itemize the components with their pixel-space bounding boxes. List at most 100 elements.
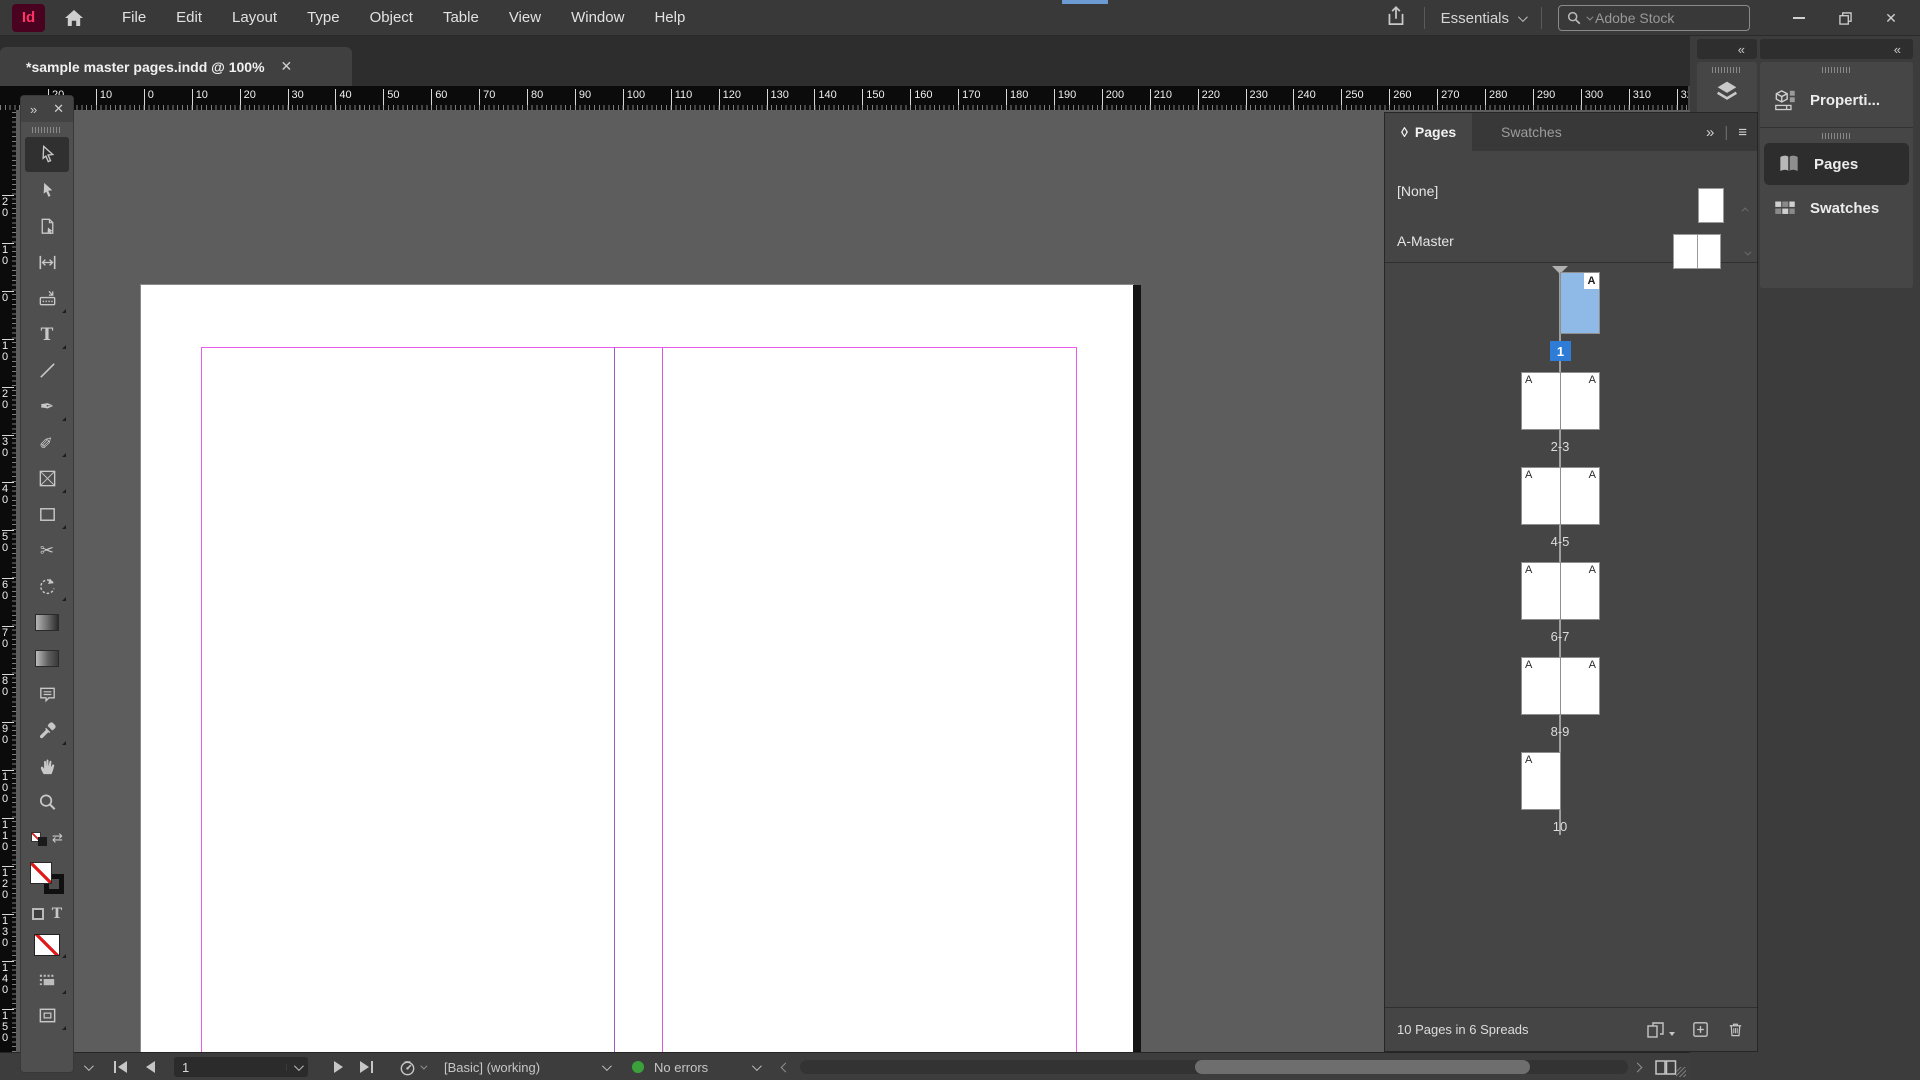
new-page-button[interactable]	[1691, 1020, 1710, 1039]
page-thumbnail[interactable]: A	[1522, 753, 1560, 809]
page-thumbnail[interactable]: A	[1561, 273, 1599, 333]
spread-view-icon[interactable]	[1654, 1053, 1678, 1080]
scrollbar-thumb[interactable]	[1195, 1060, 1530, 1074]
direct-selection-tool[interactable]	[25, 173, 69, 208]
master-none-thumbnail[interactable]	[1699, 189, 1723, 222]
spread-10[interactable]: A10	[1385, 753, 1757, 845]
zoom-tool[interactable]	[25, 785, 69, 820]
menu-edit[interactable]: Edit	[161, 0, 217, 36]
type-tool[interactable]: T	[25, 317, 69, 352]
note-tool[interactable]	[25, 677, 69, 712]
line-tool[interactable]	[25, 353, 69, 388]
preflight-icon[interactable]	[398, 1053, 425, 1080]
preflight-status-chevron-icon[interactable]	[752, 1053, 759, 1080]
menu-view[interactable]: View	[494, 0, 556, 36]
minimize-button[interactable]	[1776, 0, 1822, 36]
page-thumbnail[interactable]: A	[1522, 373, 1560, 429]
scissors-tool[interactable]: ✂	[25, 533, 69, 568]
close-tab-icon[interactable]: ✕	[281, 58, 293, 75]
resize-grip[interactable]	[1676, 1067, 1686, 1077]
master-a[interactable]: A-Master	[1397, 233, 1454, 249]
edit-page-size-button[interactable]	[1645, 1020, 1675, 1040]
panel-grip[interactable]	[1822, 67, 1852, 73]
formatting-affects-toggle[interactable]: T	[25, 900, 69, 928]
gradient-swatch-tool[interactable]	[25, 605, 69, 640]
frame-tool[interactable]	[25, 461, 69, 496]
pencil-tool[interactable]: ✏	[25, 425, 69, 460]
content-collector-tool[interactable]	[25, 281, 69, 316]
dock-item-properties[interactable]: Properti...	[1760, 77, 1913, 123]
page-thumbnail[interactable]: A	[1522, 658, 1560, 714]
page-thumbnail[interactable]: A	[1561, 563, 1599, 619]
page-tool[interactable]	[25, 209, 69, 244]
menu-table[interactable]: Table	[428, 0, 494, 36]
hand-tool[interactable]	[25, 749, 69, 784]
close-panel-icon[interactable]: ✕	[53, 101, 64, 117]
preflight-profile-chevron-icon[interactable]	[602, 1053, 609, 1080]
preflight-profile[interactable]: [Basic] (working)	[444, 1053, 540, 1080]
menu-window[interactable]: Window	[556, 0, 639, 36]
page-number-field[interactable]: 1	[174, 1057, 308, 1077]
page-dropdown-chevron-icon[interactable]	[286, 1064, 308, 1071]
gap-tool[interactable]	[25, 245, 69, 280]
free-transform-tool[interactable]	[25, 569, 69, 604]
spread-8-9[interactable]: AA8-9	[1385, 658, 1757, 750]
page-thumbnail[interactable]: A	[1522, 563, 1560, 619]
horizontal-ruler[interactable]: 2010010203040506070809010011012013014015…	[0, 86, 1688, 110]
close-button[interactable]: ✕	[1868, 0, 1914, 36]
fill-stroke-proxy[interactable]	[25, 857, 69, 899]
share-icon[interactable]	[1384, 4, 1408, 33]
apply-none-button[interactable]	[25, 929, 69, 961]
dock-item-pages[interactable]: Pages	[1764, 143, 1909, 185]
home-icon[interactable]	[59, 5, 89, 31]
scroll-up-hint-icon[interactable]	[1744, 199, 1749, 217]
layers-icon[interactable]	[1697, 77, 1757, 105]
pen-tool[interactable]: ✒	[25, 389, 69, 424]
menu-type[interactable]: Type	[292, 0, 355, 36]
tab-pages[interactable]: ◊ Pages	[1385, 113, 1472, 151]
screen-mode-button[interactable]	[25, 998, 69, 1033]
menu-help[interactable]: Help	[639, 0, 700, 36]
preflight-status[interactable]: No errors	[654, 1053, 708, 1080]
scroll-right-arrow[interactable]	[1634, 1053, 1641, 1080]
page-thumbnail[interactable]: A	[1561, 373, 1599, 429]
scroll-down-hint-icon[interactable]	[1744, 243, 1749, 261]
rectangle-tool[interactable]	[25, 497, 69, 532]
first-page-button[interactable]	[114, 1053, 127, 1080]
spread-6-7[interactable]: AA6-7	[1385, 563, 1757, 655]
scroll-left-arrow[interactable]	[782, 1053, 789, 1080]
tab-swatches[interactable]: Swatches	[1485, 113, 1578, 151]
restore-button[interactable]	[1822, 0, 1868, 36]
panel-grip[interactable]	[32, 127, 62, 133]
document-tab[interactable]: *sample master pages.indd @ 100% ✕	[0, 47, 352, 86]
expand-panel-icon[interactable]: »	[30, 102, 37, 117]
master-none[interactable]: [None]	[1397, 183, 1438, 199]
dock-item-swatches[interactable]: Swatches	[1760, 185, 1913, 231]
previous-page-button[interactable]	[146, 1053, 155, 1080]
vertical-ruler[interactable]: 2010010203040506070809010011012013014015…	[0, 110, 16, 1052]
eyedropper-tool[interactable]	[25, 713, 69, 748]
search-input[interactable]	[1595, 10, 1725, 26]
next-page-button[interactable]	[334, 1053, 343, 1080]
expand-panel-icon[interactable]: »	[1706, 124, 1714, 141]
last-page-button[interactable]	[360, 1053, 373, 1080]
panel-grip[interactable]	[1822, 133, 1852, 139]
panel-menu-icon[interactable]: ≡	[1738, 124, 1747, 141]
gradient-feather-tool[interactable]	[25, 641, 69, 676]
menu-layout[interactable]: Layout	[217, 0, 292, 36]
swap-fill-stroke-button[interactable]: ⇄	[25, 821, 69, 856]
spread-2-3[interactable]: AA2-3	[1385, 373, 1757, 465]
adobe-stock-search[interactable]	[1558, 5, 1750, 31]
workspace-switcher[interactable]: Essentials	[1441, 10, 1525, 27]
delete-page-button[interactable]	[1726, 1020, 1745, 1039]
page-1-spread[interactable]	[141, 285, 1133, 1052]
page-thumbnail[interactable]: A	[1522, 468, 1560, 524]
collapse-dock-button[interactable]: «	[1760, 39, 1913, 59]
status-collapse-icon[interactable]	[84, 1053, 91, 1080]
spread-1[interactable]: A1	[1385, 273, 1757, 365]
menu-file[interactable]: File	[107, 0, 161, 36]
menu-object[interactable]: Object	[355, 0, 428, 36]
spread-4-5[interactable]: AA4-5	[1385, 468, 1757, 560]
horizontal-scrollbar[interactable]	[800, 1060, 1628, 1074]
page-thumbnail[interactable]: A	[1561, 468, 1599, 524]
